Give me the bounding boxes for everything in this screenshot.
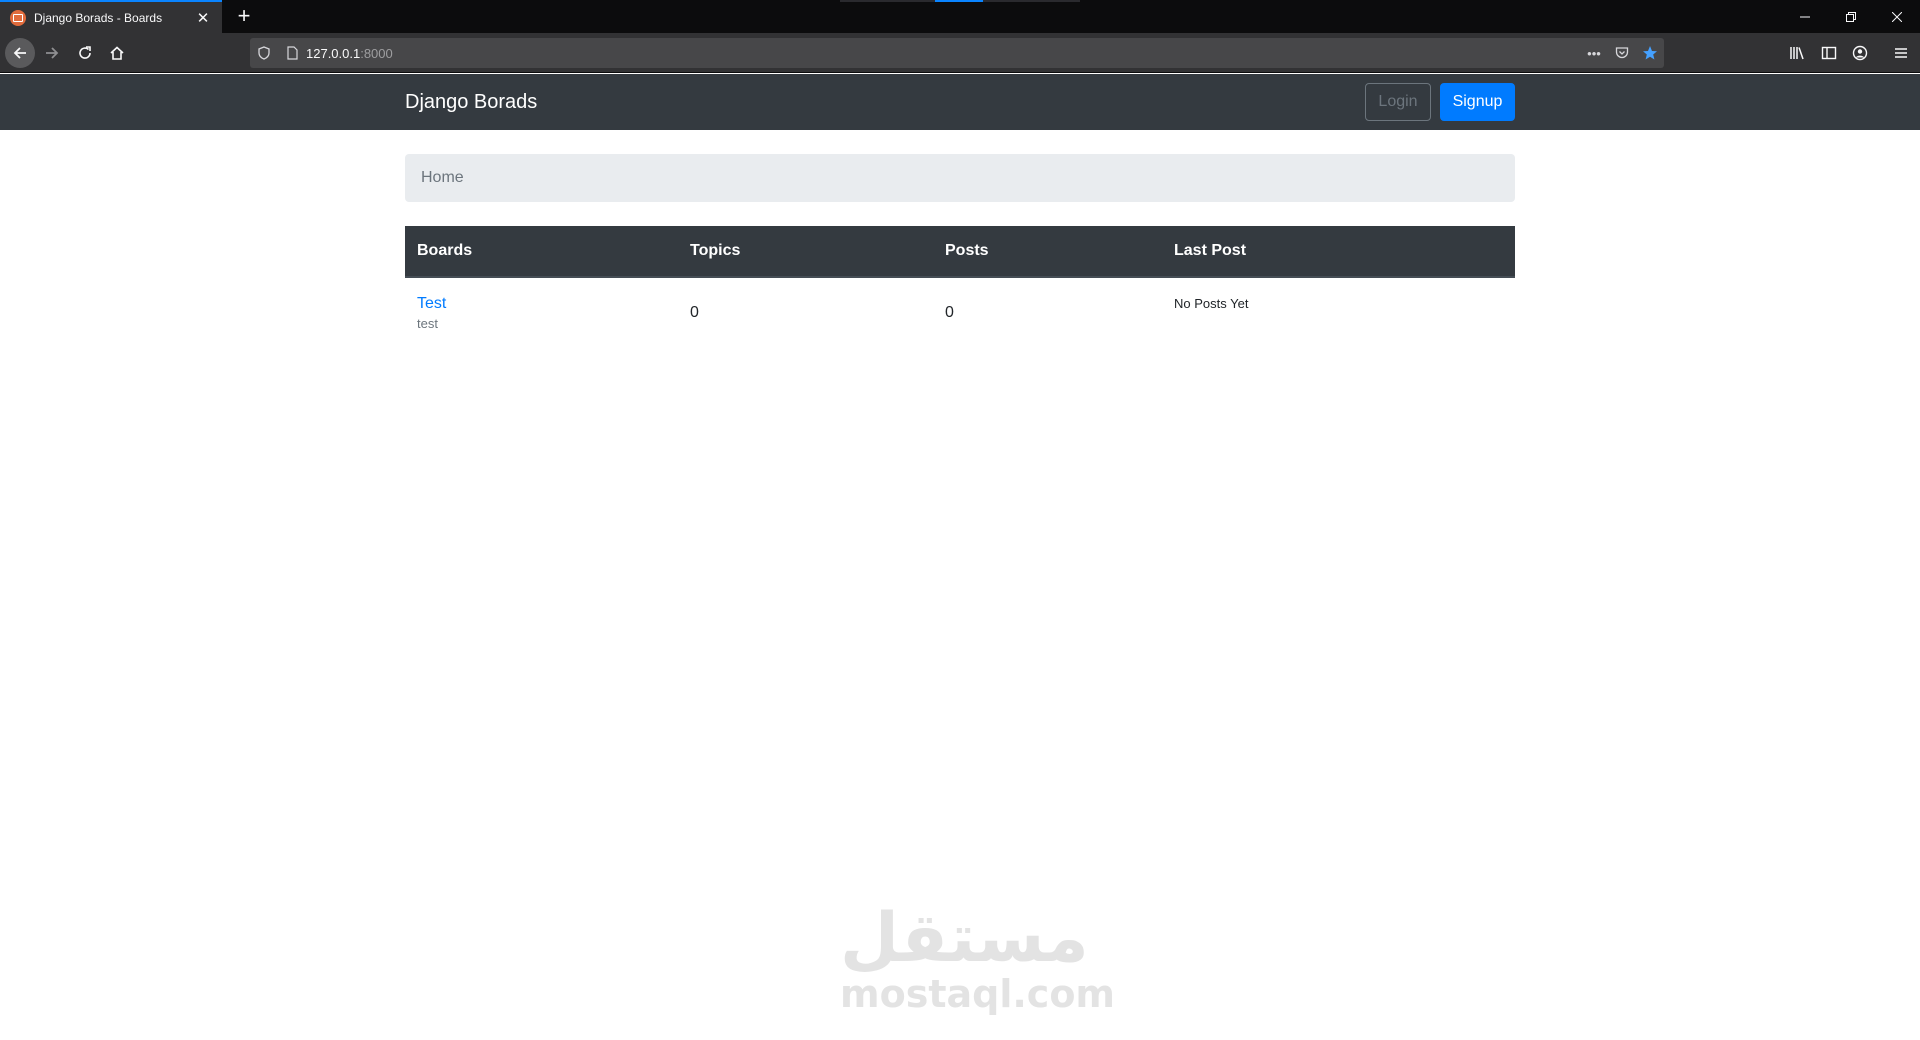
- watermark-latin: mostaql.com: [840, 972, 1116, 1016]
- topics-count: 0: [690, 303, 699, 321]
- breadcrumb: Home: [405, 154, 1515, 202]
- signup-button[interactable]: Signup: [1440, 83, 1515, 121]
- reload-icon[interactable]: [70, 38, 100, 68]
- board-link[interactable]: Test: [417, 295, 666, 313]
- url-bar[interactable]: 127.0.0.1:8000 •••: [250, 38, 1664, 68]
- url-host: 127.0.0.1: [306, 45, 361, 61]
- tab-title: Django Borads - Boards: [34, 10, 163, 25]
- sidebar-icon[interactable]: [1814, 38, 1844, 68]
- new-tab-icon[interactable]: +: [230, 3, 258, 31]
- page-actions-icon[interactable]: •••: [1580, 38, 1608, 68]
- close-window-icon[interactable]: [1874, 0, 1920, 33]
- restore-icon[interactable]: [1828, 0, 1874, 33]
- table-row: Test test 0 0 No Posts Yet: [405, 277, 1515, 347]
- shield-icon[interactable]: [250, 38, 278, 68]
- browser-tab-bar: Django Borads - Boards ✕ +: [0, 0, 1920, 33]
- browser-tab[interactable]: Django Borads - Boards ✕: [0, 0, 222, 33]
- brand-link[interactable]: Django Borads: [405, 88, 537, 116]
- breadcrumb-home: Home: [421, 169, 464, 186]
- watermark-arabic: مستقل: [840, 899, 1089, 978]
- header-posts: Posts: [933, 226, 1162, 278]
- watermark: مستقل mostaql.com: [840, 899, 1116, 1016]
- forward-icon[interactable]: [37, 38, 67, 68]
- posts-count: 0: [945, 303, 954, 321]
- board-description: test: [417, 315, 438, 331]
- board-cell: Test test: [405, 277, 678, 347]
- menu-icon[interactable]: [1886, 38, 1916, 68]
- page-info-icon[interactable]: [278, 38, 306, 68]
- boards-table: Boards Topics Posts Last Post Test test …: [405, 226, 1515, 347]
- home-icon[interactable]: [102, 38, 132, 68]
- minimize-icon[interactable]: [1782, 0, 1828, 33]
- bookmark-star-icon[interactable]: [1636, 38, 1664, 68]
- site-navbar: Django Borads Login Signup: [0, 74, 1920, 130]
- login-button[interactable]: Login: [1365, 83, 1431, 121]
- back-icon[interactable]: [5, 38, 35, 68]
- pocket-icon[interactable]: [1608, 38, 1636, 68]
- browser-toolbar: 127.0.0.1:8000 •••: [0, 33, 1920, 73]
- library-icon[interactable]: [1782, 38, 1812, 68]
- header-last-post: Last Post: [1162, 226, 1515, 278]
- page-content: Django Borads Login Signup Home Boards T…: [0, 74, 1920, 1040]
- header-boards: Boards: [405, 226, 678, 278]
- url-port: :8000: [360, 45, 393, 61]
- close-tab-icon[interactable]: ✕: [194, 9, 212, 27]
- account-icon[interactable]: [1845, 38, 1875, 68]
- site-favicon-icon: [10, 9, 26, 26]
- tab-strip-indicator-active: [935, 0, 983, 2]
- last-post: No Posts Yet: [1174, 296, 1249, 311]
- header-topics: Topics: [678, 226, 933, 278]
- table-header-row: Boards Topics Posts Last Post: [405, 226, 1515, 278]
